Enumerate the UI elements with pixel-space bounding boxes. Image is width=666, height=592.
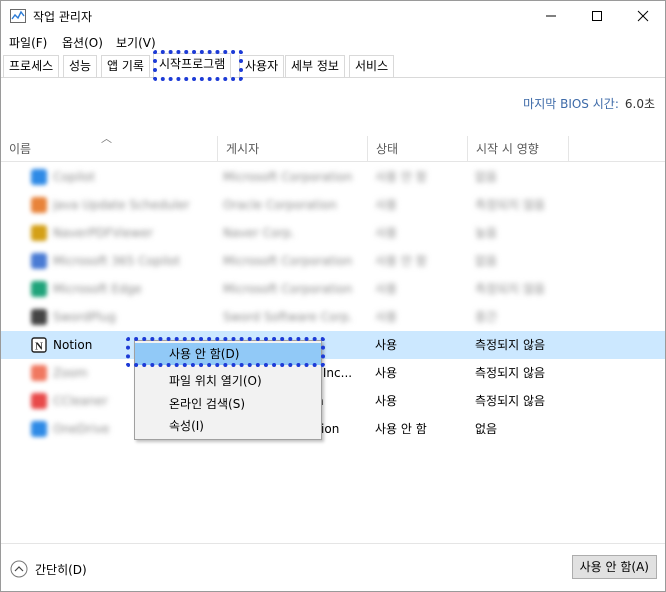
app-icon [31, 421, 47, 437]
row-publisher: Sword Software Corp. [223, 310, 353, 324]
minimize-icon [546, 15, 556, 17]
row-publisher: Oracle Corporation [223, 198, 337, 212]
app-icon [31, 225, 47, 241]
menu-file[interactable]: 파일(F) [9, 34, 47, 51]
context-menu-properties[interactable]: 속성(I) [135, 415, 321, 437]
row-name: Java Update Scheduler [53, 198, 190, 212]
table-row[interactable]: SwordPlug Sword Software Corp. 사용 중간 [1, 303, 665, 331]
tab-users[interactable]: 사용자 [239, 55, 285, 77]
row-status: 사용 안 함 [375, 170, 427, 184]
context-menu-open-file-location[interactable]: 파일 위치 열기(O) [135, 370, 321, 392]
bios-time-value: 6.0초 [624, 97, 655, 111]
menu-options[interactable]: 옵션(O) [62, 34, 103, 51]
row-startup-impact: 측정되지 않음 [475, 282, 546, 296]
table-row[interactable]: NaverPDFViewer Naver Corp. 사용 높음 [1, 219, 665, 247]
column-header-name[interactable]: 이름 [1, 136, 218, 162]
row-startup-impact: 없음 [475, 422, 498, 436]
title-bar: 작업 관리자 [1, 1, 665, 31]
context-menu-search-online[interactable]: 온라인 검색(S) [135, 393, 321, 415]
row-startup-impact: 없음 [475, 254, 498, 268]
row-status: 사용 [375, 310, 398, 324]
minimize-button[interactable] [528, 1, 574, 31]
row-name: Microsoft Edge [53, 282, 142, 296]
tab-bar: 프로세스 성능 앱 기록 시작프로그램 사용자 세부 정보 서비스 [1, 53, 665, 78]
table-row[interactable]: Microsoft 365 Copilot Microsoft Corporati… [1, 247, 665, 275]
row-publisher: Microsoft Corporation [223, 254, 353, 268]
row-status: 사용 [375, 394, 398, 408]
disable-button[interactable]: 사용 안 함(A) [571, 555, 657, 579]
row-startup-impact: 중간 [475, 310, 498, 324]
close-button[interactable] [620, 1, 666, 31]
row-publisher: Microsoft Corporation [223, 170, 353, 184]
tab-app-history[interactable]: 앱 기록 [101, 55, 150, 77]
row-status: 사용 [375, 282, 398, 296]
row-name: Copilot [53, 170, 96, 184]
tab-details[interactable]: 세부 정보 [285, 55, 345, 77]
row-startup-impact: 없음 [475, 170, 498, 184]
tab-services[interactable]: 서비스 [349, 55, 395, 77]
row-name: NaverPDFViewer [53, 226, 153, 240]
row-publisher: Naver Corp. [223, 226, 295, 240]
column-header-publisher[interactable]: 게시자 [218, 136, 368, 162]
row-status: 사용 안 함 [375, 254, 427, 268]
tab-performance[interactable]: 성능 [63, 55, 98, 77]
row-name: Microsoft 365 Copilot [53, 254, 181, 268]
bios-time-label: 마지막 BIOS 시간: [523, 97, 619, 111]
app-icon [31, 393, 47, 409]
row-status: 사용 [375, 226, 398, 240]
table-header: 이름 게시자 상태 시작 시 영향 [1, 136, 665, 162]
row-status: 사용 [375, 366, 398, 380]
table-row[interactable]: Copilot Microsoft Corporation 사용 안 함 없음 [1, 163, 665, 191]
table-row[interactable]: OneDrive ation 사용 안 함 없음 [1, 415, 665, 443]
task-manager-window: 작업 관리자 파일(F) 옵션(O) 보기(V) 프로세스 성능 앱 기록 시작… [0, 0, 666, 592]
app-icon [31, 365, 47, 381]
svg-text:N: N [35, 340, 43, 352]
fewer-details-link[interactable]: 간단히(D) [35, 561, 87, 578]
app-icon [31, 169, 47, 185]
chevron-up-circle-icon[interactable] [10, 560, 28, 578]
table-row[interactable]: Zoom s, Inc... 사용 측정되지 않음 [1, 359, 665, 387]
footer: 간단히(D) 사용 안 함(A) [1, 543, 665, 591]
app-icon [31, 309, 47, 325]
row-startup-impact: 측정되지 않음 [475, 394, 546, 408]
row-startup-impact: 높음 [475, 226, 498, 240]
close-icon [637, 10, 649, 22]
row-publisher: Microsoft Corporation [223, 282, 353, 296]
context-menu: 사용 안 함(D) 파일 위치 열기(O) 온라인 검색(S) 속성(I) [134, 340, 322, 440]
context-menu-disable[interactable]: 사용 안 함(D) [135, 343, 321, 365]
table-row[interactable]: N Notion 사용 측정되지 않음 [1, 331, 665, 359]
notion-icon: N [31, 337, 47, 353]
row-status: 사용 [375, 338, 398, 352]
menu-view[interactable]: 보기(V) [116, 34, 156, 51]
maximize-icon [592, 11, 602, 21]
task-manager-icon [10, 9, 26, 23]
tab-processes[interactable]: 프로세스 [3, 55, 60, 77]
window-title: 작업 관리자 [33, 10, 93, 24]
menu-bar: 파일(F) 옵션(O) 보기(V) [1, 31, 665, 53]
table-row[interactable]: Java Update Scheduler Oracle Corporation 사… [1, 191, 665, 219]
app-icon [31, 197, 47, 213]
startup-list: Copilot Microsoft Corporation 사용 안 함 없음 Java… [1, 163, 665, 443]
row-status: 사용 안 함 [375, 422, 427, 436]
row-startup-impact: 측정되지 않음 [475, 366, 546, 380]
column-header-status[interactable]: 상태 [368, 136, 468, 162]
row-startup-impact: 측정되지 않음 [475, 198, 546, 212]
table-row[interactable]: Microsoft Edge Microsoft Corporation 사용 측정되… [1, 275, 665, 303]
app-icon [31, 253, 47, 269]
maximize-button[interactable] [574, 1, 620, 31]
column-header-startup-impact[interactable]: 시작 시 영향 [468, 136, 569, 162]
tab-startup[interactable]: 시작프로그램 [153, 53, 232, 78]
table-row[interactable]: CCleanern사용측정되지 않음 [1, 387, 665, 415]
row-status: 사용 [375, 198, 398, 212]
row-name: SwordPlug [53, 310, 116, 324]
row-startup-impact: 측정되지 않음 [475, 338, 546, 352]
bios-time: 마지막 BIOS 시간: 6.0초 [523, 95, 655, 112]
app-icon [31, 281, 47, 297]
